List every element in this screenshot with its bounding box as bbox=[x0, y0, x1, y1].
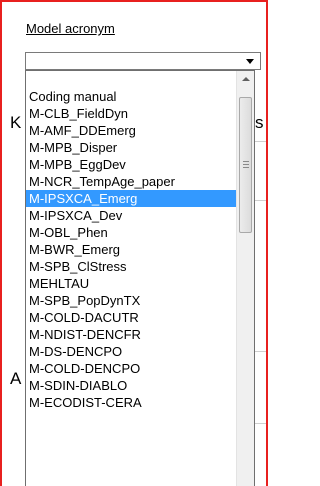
background-text-fragment: s bbox=[255, 113, 264, 132]
model-acronym-label: Model acronym bbox=[26, 21, 115, 36]
scrollbar-thumb[interactable] bbox=[239, 97, 252, 233]
background-divider bbox=[255, 141, 266, 142]
chevron-down-icon[interactable] bbox=[246, 59, 254, 64]
list-item[interactable]: MEHLTAU bbox=[26, 275, 237, 292]
list-item-blank[interactable] bbox=[26, 71, 237, 88]
list-item[interactable]: Coding manual bbox=[26, 88, 237, 105]
grip-line bbox=[243, 167, 249, 168]
background-text-fragment: A bbox=[10, 369, 22, 388]
list-item[interactable]: M-SDIN-DIABLO bbox=[26, 377, 237, 394]
list-item[interactable]: M-IPSXCA_Emerg bbox=[26, 190, 237, 207]
grip-line bbox=[243, 161, 249, 162]
list-item[interactable]: M-BWR_Emerg bbox=[26, 241, 237, 258]
list-item[interactable]: M-IPSXCA_Dev bbox=[26, 207, 237, 224]
list-item[interactable]: M-COLD-DENCPO bbox=[26, 360, 237, 377]
list-item[interactable]: M-MPB_EggDev bbox=[26, 156, 237, 173]
background-divider bbox=[255, 351, 266, 352]
list-item[interactable]: M-AMF_DDEmerg bbox=[26, 122, 237, 139]
scroll-up-arrow-icon[interactable] bbox=[237, 71, 254, 88]
list-item[interactable]: M-SPB_ClStress bbox=[26, 258, 237, 275]
background-divider bbox=[255, 200, 266, 201]
model-acronym-select[interactable] bbox=[25, 52, 261, 70]
list-item[interactable]: M-OBL_Phen bbox=[26, 224, 237, 241]
list-item[interactable]: M-NCR_TempAge_paper bbox=[26, 173, 237, 190]
list-item[interactable]: M-MPB_Disper bbox=[26, 139, 237, 156]
list-item[interactable]: M-SPB_PopDynTX bbox=[26, 292, 237, 309]
window-frame: Model acronym K s A Coding manual M-CLB_F… bbox=[0, 0, 268, 486]
model-acronym-dropdown-list[interactable]: Coding manual M-CLB_FieldDyn M-AMF_DDEmerg… bbox=[25, 70, 255, 486]
background-divider bbox=[255, 423, 266, 424]
list-item[interactable]: M-CLB_FieldDyn bbox=[26, 105, 237, 122]
list-item[interactable]: M-ECODIST-CERA bbox=[26, 394, 237, 411]
grip-line bbox=[243, 164, 249, 165]
vertical-scrollbar[interactable] bbox=[236, 71, 254, 486]
list-item[interactable]: M-NDIST-DENCFR bbox=[26, 326, 237, 343]
list-item[interactable]: M-COLD-DACUTR bbox=[26, 309, 237, 326]
list-item[interactable]: M-DS-DENCPO bbox=[26, 343, 237, 360]
background-text-fragment: K bbox=[10, 113, 22, 132]
option-list: Coding manual M-CLB_FieldDyn M-AMF_DDEmerg… bbox=[26, 71, 237, 486]
